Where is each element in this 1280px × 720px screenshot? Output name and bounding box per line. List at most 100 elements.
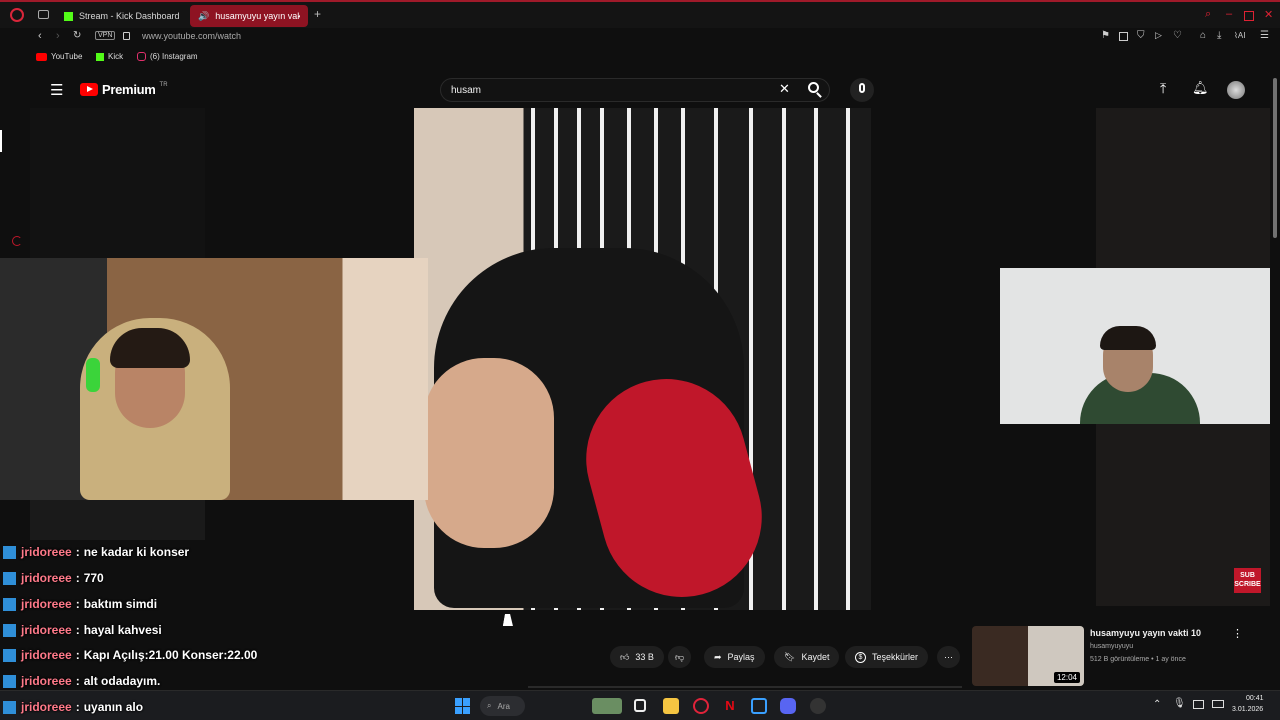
left-dark-panel	[30, 108, 205, 258]
shield-icon[interactable]: ⛉	[1137, 30, 1145, 41]
opera-taskbar-icon[interactable]	[693, 698, 709, 714]
upload-icon[interactable]: ⤒	[1160, 80, 1166, 97]
youtube-header: ☰ Premium TR ✕ ⤒ 🔔︎	[30, 72, 1270, 108]
display-tray-icon[interactable]	[1193, 700, 1204, 709]
share-button[interactable]: ➦ Paylaş	[704, 646, 765, 668]
clock-time[interactable]: 00:41	[1246, 695, 1264, 702]
tab-workspaces-icon[interactable]	[38, 10, 49, 19]
tab-youtube-stream[interactable]: 🔊 husamyuyu yayın vakti	[190, 5, 308, 27]
subscribe-badge[interactable]: SUB SCRIBE	[1234, 568, 1261, 593]
netflix-icon[interactable]: N	[722, 698, 738, 714]
more-vertical-icon[interactable]: ⋮	[1232, 627, 1243, 640]
sidebar-history-icon[interactable]	[12, 236, 22, 246]
youtube-icon	[36, 52, 47, 61]
search-tabs-icon[interactable]: ⌕	[1205, 8, 1211, 21]
vpn-badge[interactable]: VPN	[95, 31, 116, 40]
play-icon[interactable]: ▷	[1155, 30, 1162, 41]
chat-text: alt odadayım.	[83, 674, 161, 688]
dislike-button[interactable]: 👎︎	[668, 646, 692, 668]
reload-icon[interactable]: ↻	[73, 30, 81, 41]
chat-username: jridoreee	[21, 623, 72, 637]
kick-icon	[96, 52, 104, 61]
ai-label: AI	[1237, 31, 1246, 40]
widgets-icon[interactable]	[592, 698, 622, 714]
maximize-button[interactable]	[1244, 11, 1254, 21]
youtube-premium-logo[interactable]: Premium TR	[80, 82, 168, 97]
like-button[interactable]: 👍︎ 33 B	[610, 646, 664, 668]
microphone-icon	[859, 83, 865, 93]
minimize-button[interactable]: –	[1226, 8, 1232, 20]
task-view-icon[interactable]	[634, 699, 646, 712]
video-player[interactable]	[414, 108, 871, 610]
heart-icon[interactable]: ♡	[1173, 30, 1182, 41]
clock-date[interactable]: 3.01.2026	[1232, 706, 1263, 713]
avatar[interactable]	[1227, 81, 1245, 99]
windows-start-icon[interactable]	[455, 698, 471, 714]
network-app-icon[interactable]	[751, 698, 767, 714]
bookmark-icon[interactable]: ⚑	[1101, 30, 1110, 41]
chat-message: jridoreee: 770	[3, 569, 104, 587]
microphone-tray-icon[interactable]: 🎙︎	[1173, 698, 1186, 709]
snapshot-icon[interactable]	[1119, 32, 1128, 41]
kick-badge-icon	[3, 674, 16, 688]
close-window-button[interactable]: ✕	[1264, 8, 1273, 21]
tab-kick-dashboard[interactable]: Stream - Kick Dashboard	[56, 5, 188, 27]
kick-badge-icon	[3, 623, 16, 637]
search-icon: ⌕	[487, 701, 492, 710]
bookmark-instagram[interactable]: (6) Instagram	[137, 52, 198, 61]
chat-text: ne kadar ki konser	[83, 545, 190, 559]
search-button[interactable]	[806, 81, 824, 99]
tab-label: Stream - Kick Dashboard	[79, 11, 180, 21]
wallet-icon[interactable]: ⌂	[1200, 30, 1206, 41]
sidebar-indicator	[0, 130, 2, 152]
browser-tab-bar: Stream - Kick Dashboard 🔊 husamyuyu yayı…	[0, 0, 1280, 28]
notifications-bell-icon[interactable]: 🔔︎	[1192, 80, 1209, 96]
chat-text: 770	[83, 571, 104, 585]
aria-ai-button[interactable]: ⌇AI	[1234, 31, 1245, 40]
new-tab-button[interactable]: +	[314, 7, 321, 21]
page-scrollbar[interactable]	[1270, 70, 1280, 686]
instagram-icon	[137, 52, 146, 61]
video-meta: 512 B görüntüleme • 1 ay önce	[1090, 656, 1186, 663]
guest-hair	[1100, 326, 1156, 350]
kick-badge-icon	[3, 700, 16, 714]
download-icon[interactable]: ⤓	[1217, 30, 1221, 41]
forward-icon[interactable]: ›	[56, 30, 60, 42]
recommended-video[interactable]: 12:04 husamyuyu yayın vakti 10 husamyuyu…	[972, 626, 1262, 686]
bookmark-youtube[interactable]: YouTube	[36, 52, 82, 61]
address-bar: ‹ › ↻ VPN www.youtube.com/watch ⚑ ⛉ ▷ ♡ …	[0, 28, 1280, 48]
app-icon[interactable]	[810, 698, 826, 714]
streamer-webcam-overlay	[0, 258, 428, 500]
hamburger-menu-icon[interactable]: ☰	[50, 81, 63, 99]
chat-text: baktım simdi	[83, 597, 158, 611]
clear-search-icon[interactable]: ✕	[779, 81, 790, 97]
search-input[interactable]	[451, 84, 751, 96]
discord-icon[interactable]	[780, 698, 796, 714]
bookmark-kick[interactable]: Kick	[96, 52, 123, 61]
taskbar-search[interactable]: ⌕ Ara	[480, 696, 525, 716]
chat-username: jridoreee	[21, 648, 72, 662]
chat-message: jridoreee: Kapı Açılış:21.00 Konser:22.0…	[3, 646, 257, 664]
chat-message: jridoreee: baktım simdi	[3, 595, 157, 613]
url-text[interactable]: www.youtube.com/watch	[142, 31, 241, 41]
menu-icon[interactable]: ☰	[1260, 30, 1269, 41]
chat-username: jridoreee	[21, 674, 72, 688]
tab-label: husamyuyu yayın vakti	[215, 11, 300, 21]
file-explorer-icon[interactable]	[663, 698, 679, 714]
thumbs-down-icon: 👎︎	[675, 651, 685, 662]
save-button[interactable]: 🔖︎ Kaydet	[774, 646, 840, 668]
opera-logo-icon[interactable]	[10, 8, 24, 22]
chat-message: jridoreee: uyanın alo	[3, 698, 143, 716]
battery-tray-icon[interactable]	[1212, 700, 1224, 708]
more-horizontal-icon: ⋯	[944, 651, 953, 662]
more-actions-button[interactable]: ⋯	[937, 646, 960, 668]
subscribe-label: SUB SCRIBE	[1234, 572, 1261, 588]
thanks-button[interactable]: $ Teşekkürler	[845, 646, 929, 668]
back-icon[interactable]: ‹	[38, 30, 42, 42]
tray-overflow-icon[interactable]: ⌃	[1153, 699, 1161, 710]
scrollbar-thumb[interactable]	[1273, 78, 1277, 238]
chat-text: Kapı Açılış:21.00 Konser:22.00	[83, 648, 258, 662]
chat-username: jridoreee	[21, 571, 72, 585]
mouse-cursor-icon	[502, 614, 516, 626]
voice-search-button[interactable]	[850, 78, 874, 102]
